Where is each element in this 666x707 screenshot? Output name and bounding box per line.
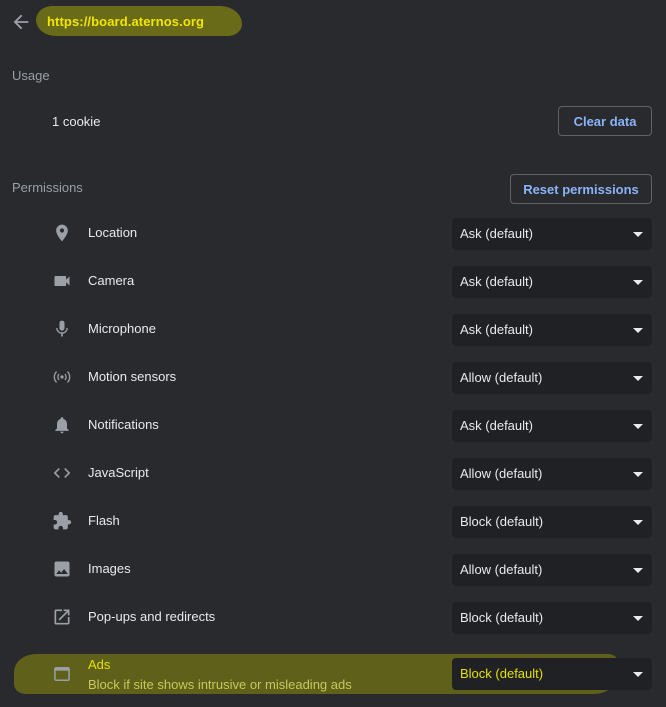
select-value: Ask (default) bbox=[460, 226, 533, 241]
permission-label: JavaScript bbox=[88, 465, 149, 480]
permission-row-javascript: JavaScript Allow (default) bbox=[0, 450, 666, 498]
permission-label: Location bbox=[88, 225, 138, 240]
permission-row-microphone: Microphone Ask (default) bbox=[0, 306, 666, 354]
ads-select[interactable]: Block (default) bbox=[452, 658, 652, 690]
puzzle-icon bbox=[52, 511, 72, 531]
microphone-select[interactable]: Ask (default) bbox=[452, 314, 652, 346]
select-value: Ask (default) bbox=[460, 274, 533, 289]
reset-permissions-button[interactable]: Reset permissions bbox=[510, 174, 652, 204]
permission-row-motion-sensors: Motion sensors Allow (default) bbox=[0, 354, 666, 402]
bell-icon bbox=[52, 415, 72, 435]
usage-section-title: Usage bbox=[12, 68, 50, 83]
javascript-select[interactable]: Allow (default) bbox=[452, 458, 652, 490]
permission-row-images: Images Allow (default) bbox=[0, 546, 666, 594]
code-icon bbox=[52, 463, 72, 483]
popups-select[interactable]: Block (default) bbox=[452, 602, 652, 634]
back-arrow-icon[interactable] bbox=[10, 11, 32, 33]
external-link-icon bbox=[52, 607, 72, 627]
dropdown-arrow-icon bbox=[633, 616, 643, 621]
select-value: Ask (default) bbox=[460, 322, 533, 337]
permission-label: Ads bbox=[88, 657, 111, 672]
permission-label: Images bbox=[88, 561, 131, 576]
permission-row-camera: Camera Ask (default) bbox=[0, 258, 666, 306]
select-value: Allow (default) bbox=[460, 466, 543, 481]
select-value: Block (default) bbox=[460, 666, 544, 681]
dropdown-arrow-icon bbox=[633, 672, 643, 677]
dropdown-arrow-icon bbox=[633, 376, 643, 381]
permission-label: Notifications bbox=[88, 417, 159, 432]
sensors-icon bbox=[52, 367, 72, 387]
permission-sublabel: Block if site shows intrusive or mislead… bbox=[88, 677, 352, 692]
permission-label: Microphone bbox=[88, 321, 156, 336]
select-value: Ask (default) bbox=[460, 418, 533, 433]
permission-label: Pop-ups and redirects bbox=[88, 609, 216, 624]
location-icon bbox=[52, 223, 72, 243]
top-bar: https://board.aternos.org bbox=[0, 0, 666, 44]
select-value: Block (default) bbox=[460, 610, 544, 625]
notifications-select[interactable]: Ask (default) bbox=[452, 410, 652, 442]
cookie-count: 1 cookie bbox=[52, 114, 101, 129]
site-url: https://board.aternos.org bbox=[47, 14, 205, 29]
camera-icon bbox=[52, 271, 72, 291]
permission-row-popups: Pop-ups and redirects Block (default) bbox=[0, 594, 666, 642]
select-value: Block (default) bbox=[460, 514, 544, 529]
location-select[interactable]: Ask (default) bbox=[452, 218, 652, 250]
flash-select[interactable]: Block (default) bbox=[452, 506, 652, 538]
permission-row-ads: Ads Block if site shows intrusive or mis… bbox=[0, 650, 666, 702]
permission-row-flash: Flash Block (default) bbox=[0, 498, 666, 546]
microphone-icon bbox=[52, 319, 72, 339]
permissions-section-title: Permissions bbox=[12, 180, 83, 195]
permission-label: Motion sensors bbox=[88, 369, 177, 384]
select-value: Allow (default) bbox=[460, 562, 543, 577]
camera-select[interactable]: Ask (default) bbox=[452, 266, 652, 298]
dropdown-arrow-icon bbox=[633, 568, 643, 573]
permission-label: Camera bbox=[88, 273, 135, 288]
permission-row-location: Location Ask (default) bbox=[0, 210, 666, 258]
image-icon bbox=[52, 559, 72, 579]
images-select[interactable]: Allow (default) bbox=[452, 554, 652, 586]
dropdown-arrow-icon bbox=[633, 232, 643, 237]
permission-label: Flash bbox=[88, 513, 120, 528]
clear-data-button[interactable]: Clear data bbox=[558, 106, 652, 136]
dropdown-arrow-icon bbox=[633, 424, 643, 429]
dropdown-arrow-icon bbox=[633, 328, 643, 333]
dropdown-arrow-icon bbox=[633, 472, 643, 477]
dropdown-arrow-icon bbox=[633, 520, 643, 525]
dropdown-arrow-icon bbox=[633, 280, 643, 285]
select-value: Allow (default) bbox=[460, 370, 543, 385]
window-icon bbox=[52, 664, 72, 684]
permission-row-notifications: Notifications Ask (default) bbox=[0, 402, 666, 450]
motion-sensors-select[interactable]: Allow (default) bbox=[452, 362, 652, 394]
